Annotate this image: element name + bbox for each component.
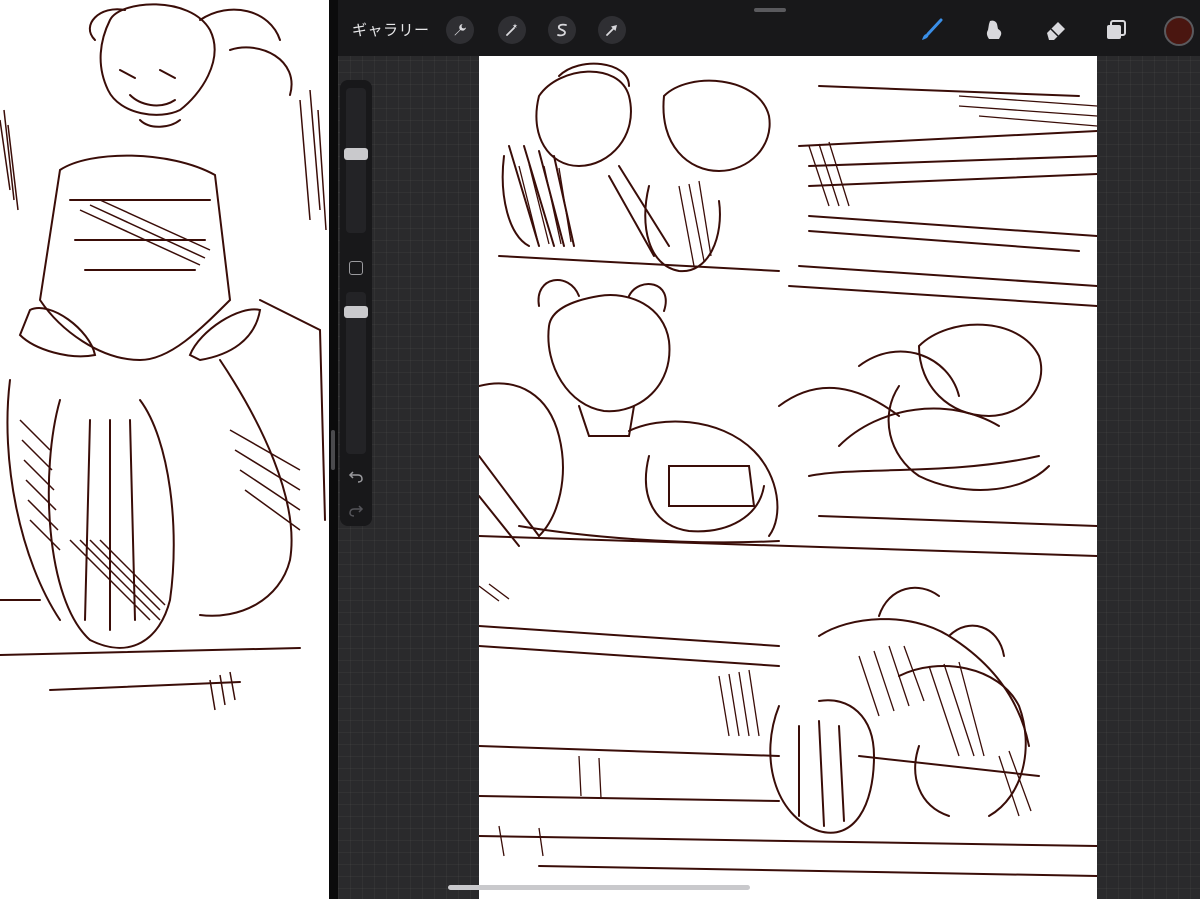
selection-button[interactable] [548,16,576,44]
transform-button[interactable] [598,16,626,44]
brush-size-track[interactable] [346,88,366,233]
drawing-canvas[interactable] [479,56,1097,899]
wrench-icon [454,24,466,36]
brush-size-slider[interactable] [344,148,368,160]
smudge-tool-button[interactable] [978,14,1010,46]
arrow-cursor-icon [606,25,617,36]
selection-s-icon [557,23,567,37]
redo-icon[interactable] [348,502,364,518]
home-indicator[interactable] [448,885,750,890]
procreate-app-pane: ギャラリー [338,0,1200,899]
gallery-button[interactable]: ギャラリー [352,18,430,42]
brush-icon [922,18,943,40]
top-toolbar: ギャラリー [338,0,1200,56]
split-view-handle[interactable] [331,430,335,470]
actions-button[interactable] [446,16,474,44]
eraser-icon [1047,22,1065,40]
reference-sketch-motorcycle-rider [0,3,327,711]
adjustments-button[interactable] [498,16,526,44]
modify-square-icon[interactable] [349,261,363,275]
opacity-slider[interactable] [344,306,368,318]
smudge-icon [986,20,1002,39]
reference-image-pane[interactable] [0,0,329,899]
eraser-tool-button[interactable] [1040,14,1072,46]
layers-icon [1107,20,1126,39]
magic-wand-icon [506,23,518,36]
multitasking-grabber[interactable] [754,8,786,12]
sidebar [340,80,372,526]
ipad-screen: ギャラリー [0,0,1200,899]
paint-tool-button[interactable] [916,14,948,46]
undo-icon[interactable] [348,468,364,484]
color-picker-swatch[interactable] [1164,16,1194,46]
layers-button[interactable] [1100,14,1132,46]
canvas-sketch-storyboard [479,62,1097,877]
